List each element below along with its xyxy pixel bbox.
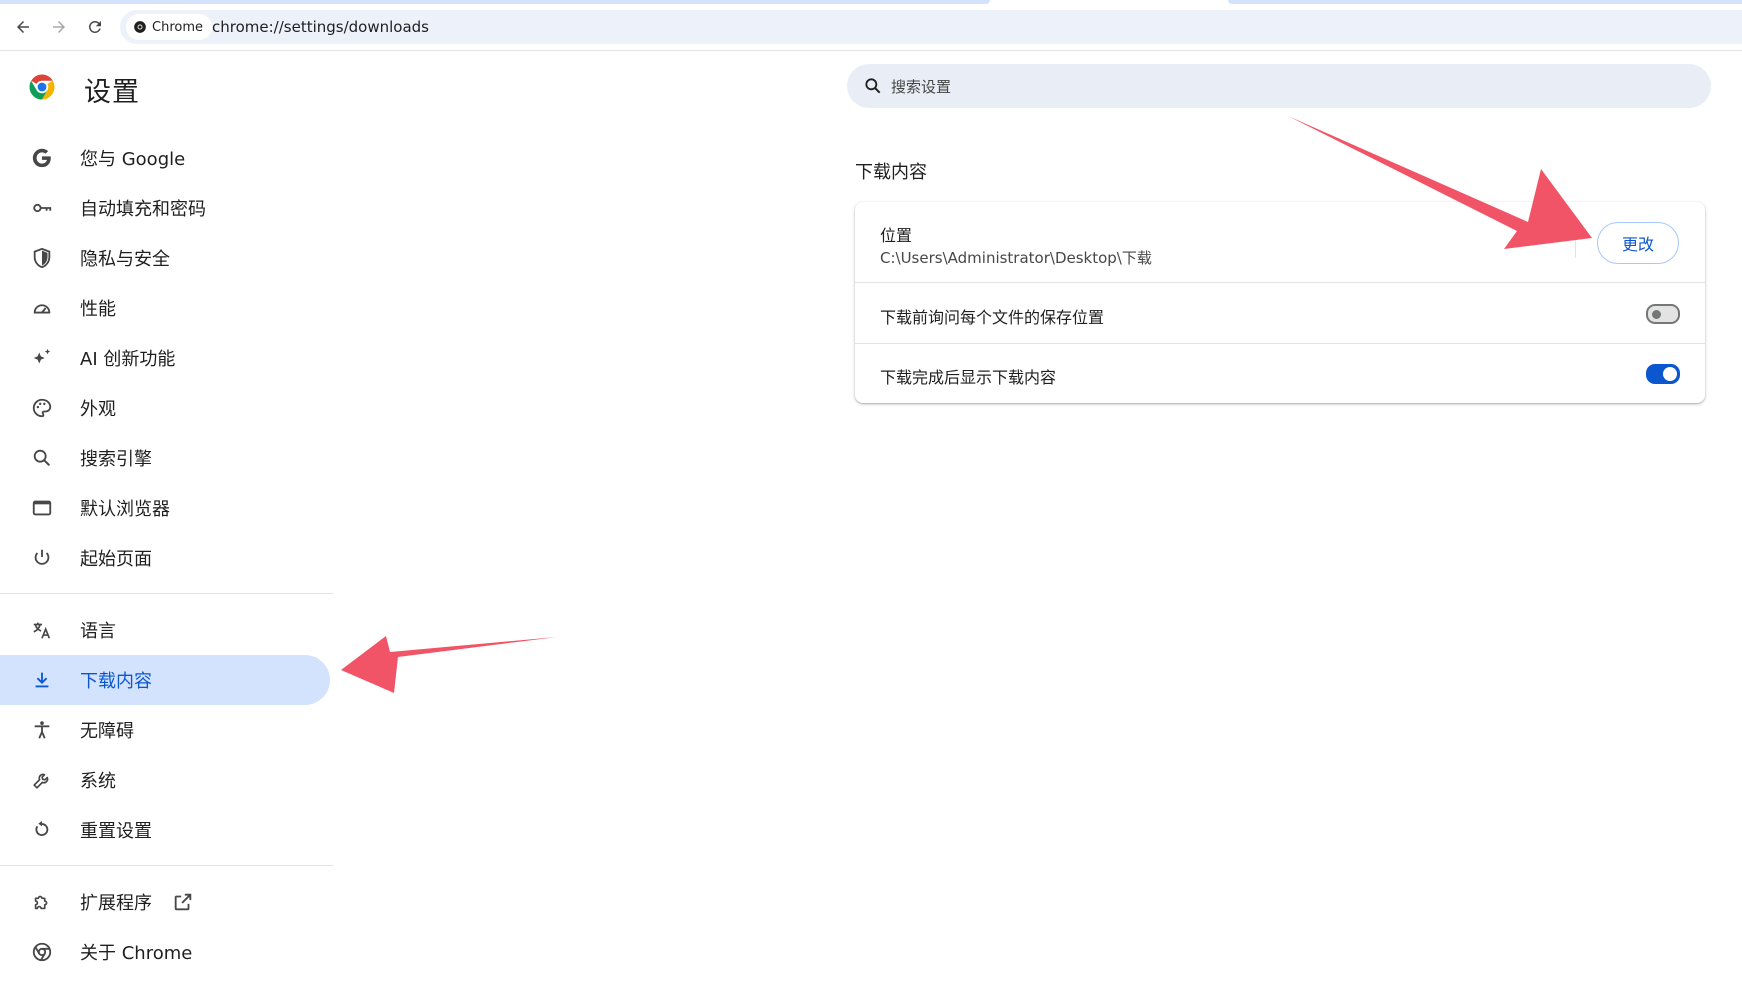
section-title: 下载内容 xyxy=(855,162,927,183)
location-label: 位置 xyxy=(880,226,913,245)
shield-icon xyxy=(30,246,54,270)
forward-button[interactable] xyxy=(45,13,73,41)
sidebar-item-ai[interactable]: AI 创新功能 xyxy=(0,333,332,383)
toggle-knob xyxy=(1663,367,1677,381)
translate-icon xyxy=(30,618,54,642)
sparkle-icon xyxy=(30,346,54,370)
power-icon xyxy=(30,546,54,570)
sidebar-item-default-browser[interactable]: 默认浏览器 xyxy=(0,483,332,533)
show-downloads-toggle[interactable] xyxy=(1646,364,1680,384)
sidebar-item-label: 下载内容 xyxy=(80,671,152,692)
sidebar-item-label: 您与 Google xyxy=(80,149,186,170)
sidebar-divider xyxy=(0,865,333,866)
key-icon xyxy=(30,196,54,220)
toggle-knob xyxy=(1652,310,1661,319)
sidebar-item-you-and-google[interactable]: 您与 Google xyxy=(0,133,332,183)
open-in-new-icon xyxy=(174,893,192,911)
sidebar-item-label: 关于 Chrome xyxy=(80,943,193,964)
google-icon xyxy=(30,146,54,170)
download-icon xyxy=(30,668,54,692)
sidebar-item-search-engine[interactable]: 搜索引擎 xyxy=(0,433,332,483)
speedometer-icon xyxy=(30,296,54,320)
row-separator xyxy=(1575,226,1576,258)
sidebar-item-languages[interactable]: 语言 xyxy=(0,605,332,655)
show-downloads-row[interactable]: 下载完成后显示下载内容 xyxy=(855,343,1705,404)
chrome-logo xyxy=(27,72,57,102)
sidebar-item-label: AI 创新功能 xyxy=(80,349,176,370)
sidebar-item-downloads[interactable]: 下载内容 xyxy=(0,655,330,705)
ask-where-toggle[interactable] xyxy=(1646,304,1680,324)
site-chip-label: Chrome xyxy=(152,19,203,35)
search-icon xyxy=(865,78,881,94)
reload-icon xyxy=(88,20,101,33)
location-row: 位置 C:\Users\Administrator\Desktop\下载 更改 xyxy=(855,202,1705,282)
sidebar-item-label: 系统 xyxy=(80,771,116,792)
sidebar-item-autofill[interactable]: 自动填充和密码 xyxy=(0,183,332,233)
reset-icon xyxy=(30,818,54,842)
search-input[interactable] xyxy=(889,64,1673,110)
arrow-right-icon xyxy=(53,21,65,33)
chrome-icon xyxy=(30,940,54,964)
sidebar-item-label: 无障碍 xyxy=(80,721,134,742)
page-title: 设置 xyxy=(84,77,140,108)
sidebar-item-label: 外观 xyxy=(80,399,116,420)
reload-button[interactable] xyxy=(81,13,109,41)
browser-window-icon xyxy=(30,496,54,520)
sidebar-item-system[interactable]: 系统 xyxy=(0,755,332,805)
downloads-settings-card: 位置 C:\Users\Administrator\Desktop\下载 更改 … xyxy=(855,202,1705,403)
ask-where-row[interactable]: 下载前询问每个文件的保存位置 xyxy=(855,282,1705,344)
chrome-logo-icon xyxy=(29,74,55,100)
site-info-chip[interactable]: Chrome xyxy=(126,14,212,40)
sidebar-item-label: 起始页面 xyxy=(80,549,152,570)
location-path: C:\Users\Administrator\Desktop\下载 xyxy=(880,249,1152,267)
browser-toolbar: Chrome chrome://settings/downloads xyxy=(0,4,1742,51)
sidebar-item-extensions[interactable]: 扩展程序 xyxy=(0,877,332,927)
wrench-icon xyxy=(30,768,54,792)
sidebar-item-privacy[interactable]: 隐私与安全 xyxy=(0,233,332,283)
sidebar-item-label: 自动填充和密码 xyxy=(80,199,206,220)
chrome-logo-icon xyxy=(134,21,146,33)
sidebar-item-label: 重置设置 xyxy=(80,821,152,842)
sidebar-divider xyxy=(0,593,333,594)
sidebar-item-appearance[interactable]: 外观 xyxy=(0,383,332,433)
sidebar-item-label: 扩展程序 xyxy=(80,893,152,914)
search-icon xyxy=(30,446,54,470)
sidebar-item-label: 性能 xyxy=(80,299,116,320)
url-text[interactable]: chrome://settings/downloads xyxy=(212,10,429,44)
sidebar-nav: 您与 Google 自动填充和密码 隐私与安全 性能 AI 创新功能 外观 搜索… xyxy=(0,133,333,977)
sidebar-item-accessibility[interactable]: 无障碍 xyxy=(0,705,332,755)
address-bar[interactable]: Chrome chrome://settings/downloads xyxy=(120,10,1742,44)
settings-search xyxy=(847,64,1711,110)
puzzle-icon xyxy=(30,890,54,914)
sidebar-item-label: 隐私与安全 xyxy=(80,249,170,270)
accessibility-icon xyxy=(30,718,54,742)
sidebar-item-performance[interactable]: 性能 xyxy=(0,283,332,333)
show-downloads-label: 下载完成后显示下载内容 xyxy=(880,368,1057,387)
annotation-arrow-to-downloads-item xyxy=(341,636,557,693)
ask-where-label: 下载前询问每个文件的保存位置 xyxy=(880,308,1105,327)
sidebar-item-on-startup[interactable]: 起始页面 xyxy=(0,533,332,583)
sidebar-item-about-chrome[interactable]: 关于 Chrome xyxy=(0,927,332,977)
change-location-button[interactable]: 更改 xyxy=(1597,222,1679,264)
sidebar-item-reset[interactable]: 重置设置 xyxy=(0,805,332,855)
sidebar-item-label: 语言 xyxy=(80,621,116,642)
back-button[interactable] xyxy=(9,13,37,41)
sidebar-item-label: 搜索引擎 xyxy=(80,449,152,470)
arrow-left-icon xyxy=(17,21,29,33)
palette-icon xyxy=(30,396,54,420)
sidebar-item-label: 默认浏览器 xyxy=(80,499,170,520)
